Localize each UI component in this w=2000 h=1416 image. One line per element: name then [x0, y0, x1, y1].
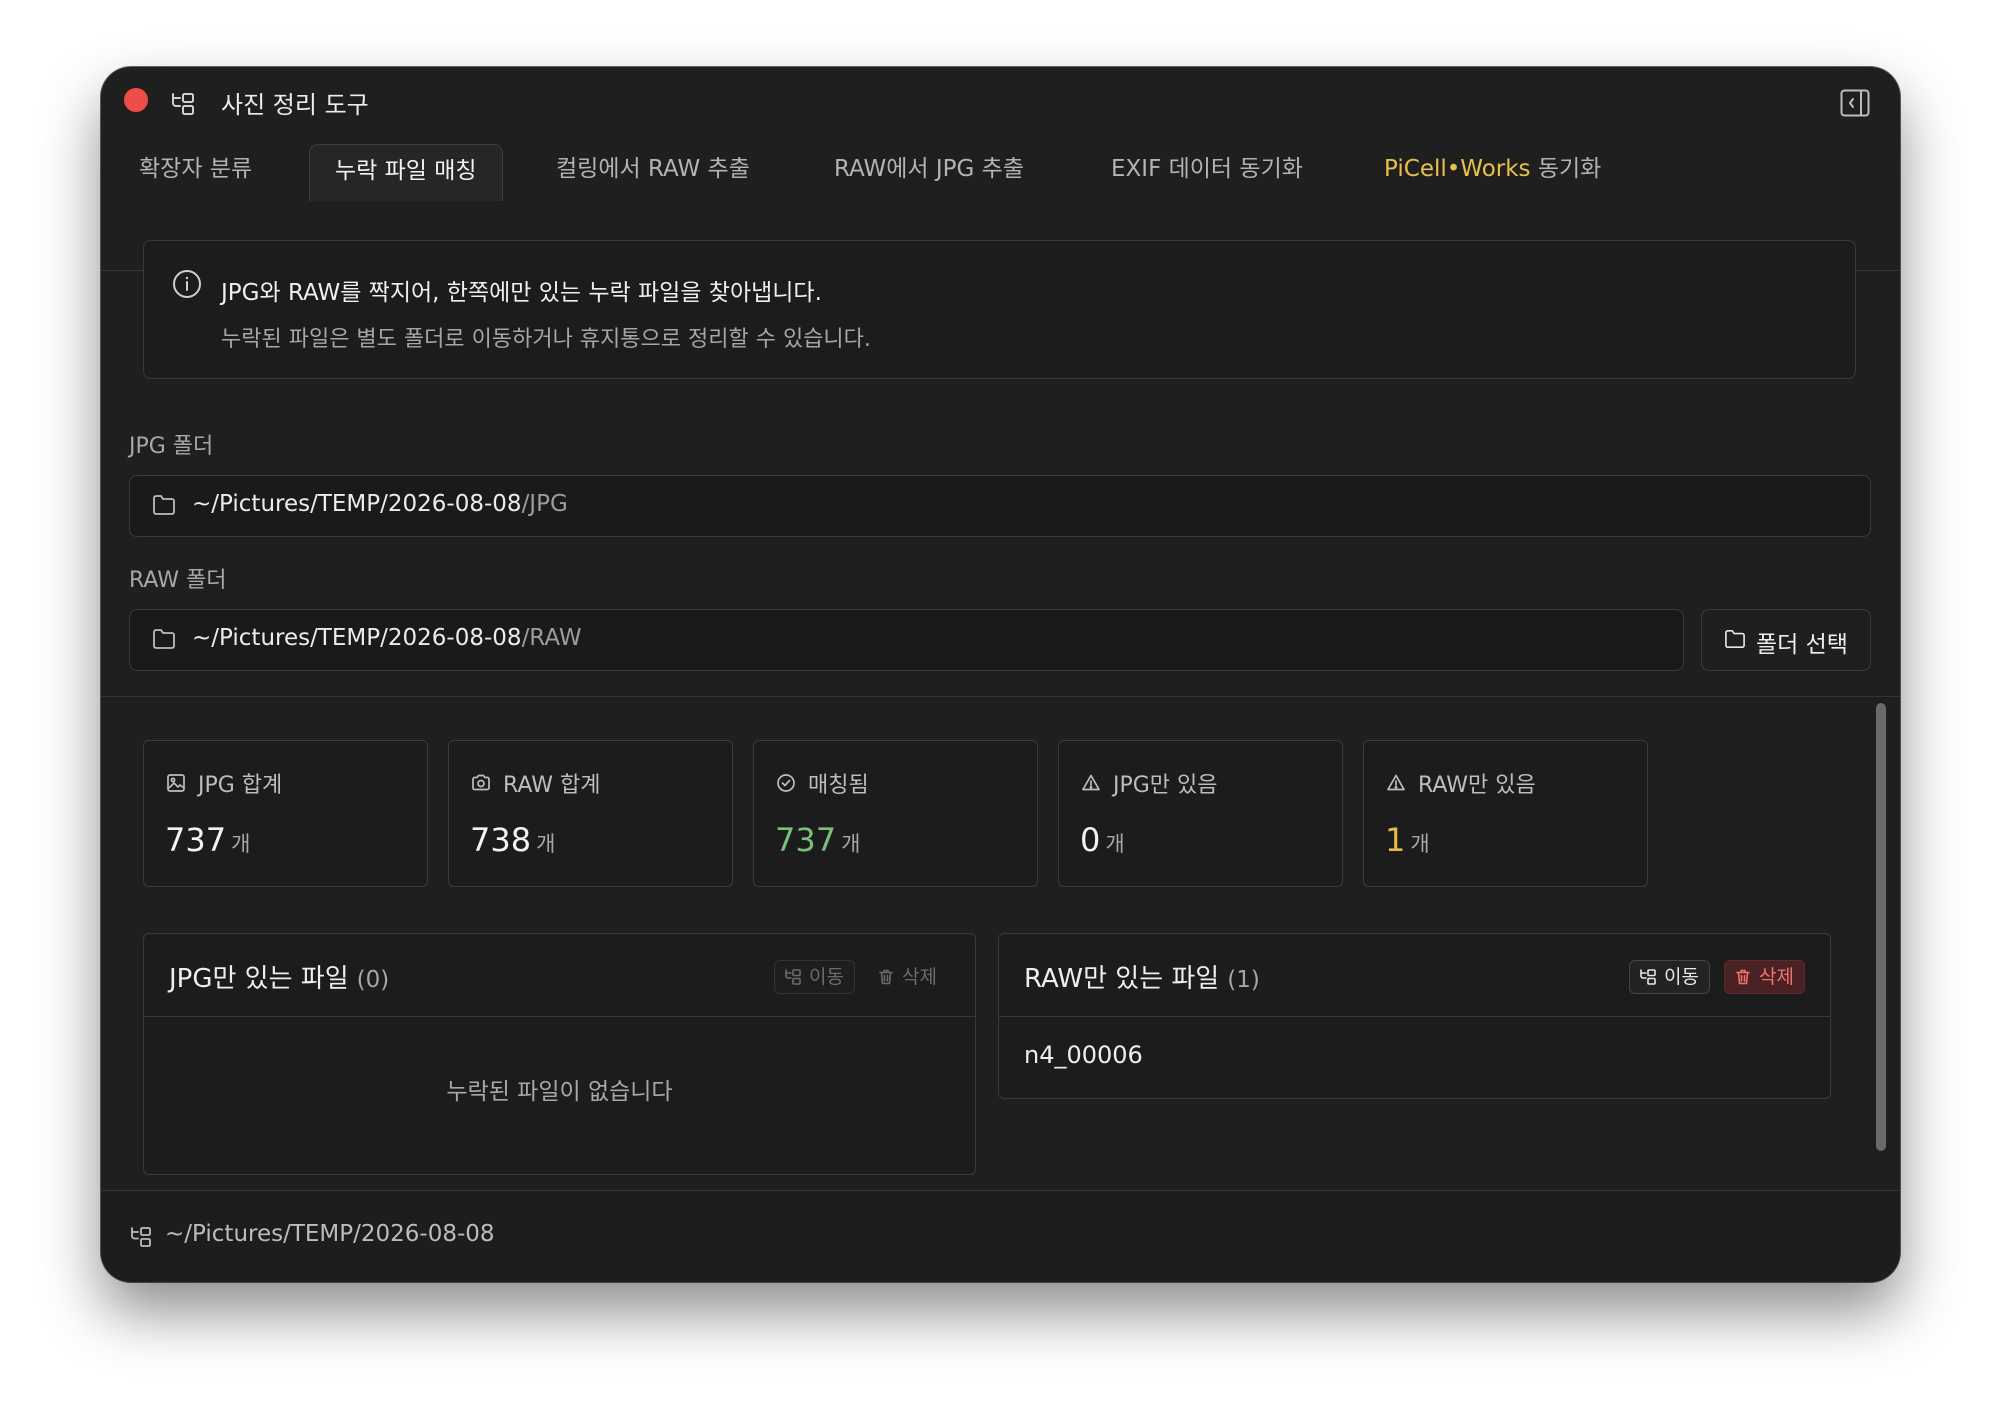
panel-header: RAW만 있는 파일 (1) 이동 삭제	[999, 934, 1830, 1017]
app-window: 사진 정리 도구 확장자 분류 누락 파일 매칭 컬링에서 RAW 추출 RAW…	[101, 67, 1900, 1282]
jpg-folder-path: ~/Pictures/TEMP/2026-08-08	[192, 491, 522, 517]
tab-extension-sort[interactable]: 확장자 분류	[139, 143, 252, 199]
section-divider	[101, 696, 1900, 697]
stat-card-raw-only: RAW만 있음 1개	[1363, 740, 1648, 887]
info-callout: JPG와 RAW를 짝지어, 한쪽에만 있는 누락 파일을 찾아냅니다. 누락된…	[143, 240, 1856, 379]
stat-card-raw-total: RAW 합계 738 개	[448, 740, 733, 887]
check-circle-icon	[777, 774, 795, 792]
stat-value: 1개	[1385, 821, 1430, 859]
jpg-only-panel: JPG만 있는 파일 (0) 이동 삭제 누락된 파일이 없습니다	[143, 933, 976, 1175]
folder-move-icon	[131, 1227, 151, 1247]
folder-select-button[interactable]: 폴더 선택	[1701, 609, 1871, 671]
jpg-only-delete-button[interactable]: 삭제	[867, 960, 948, 994]
folder-move-icon	[785, 969, 801, 985]
tab-picellworks-suffix: 동기화	[1530, 156, 1602, 182]
title-bar: 사진 정리 도구	[101, 67, 1900, 139]
stat-card-jpg-only: JPG만 있음 0개	[1058, 740, 1343, 887]
tab-culling-raw-extract[interactable]: 컬링에서 RAW 추출	[556, 143, 750, 199]
trash-icon	[879, 969, 893, 985]
stat-label: RAW 합계	[503, 773, 601, 798]
jpg-folder-input[interactable]: ~/Pictures/TEMP/2026-08-08/JPG	[129, 475, 1871, 537]
sidebar-toggle-icon[interactable]	[1840, 89, 1870, 117]
stat-value: 737 개	[165, 821, 251, 859]
panel-title: JPG만 있는 파일	[169, 964, 349, 994]
raw-folder-input[interactable]: ~/Pictures/TEMP/2026-08-08/RAW	[129, 609, 1684, 671]
stat-label: JPG 합계	[198, 773, 283, 798]
stat-card-jpg-total: JPG 합계 737 개	[143, 740, 428, 887]
stat-card-matched: 매칭됨 737 개	[753, 740, 1038, 887]
raw-folder-path-tail: /RAW	[521, 625, 582, 651]
raw-only-panel: RAW만 있는 파일 (1) 이동 삭제 n4_00006	[998, 933, 1831, 1099]
footer-path: ~/Pictures/TEMP/2026-08-08	[165, 1221, 495, 1247]
status-footer: ~/Pictures/TEMP/2026-08-08	[101, 1190, 1900, 1282]
empty-state-message: 누락된 파일이 없습니다	[446, 1079, 673, 1105]
folder-select-label: 폴더 선택	[1756, 632, 1848, 658]
stat-label: JPG만 있음	[1113, 773, 1218, 798]
folder-move-icon	[1640, 969, 1656, 985]
tab-missing-file-match[interactable]: 누락 파일 매칭	[309, 144, 503, 201]
info-description: 누락된 파일은 별도 폴더로 이동하거나 휴지통으로 정리할 수 있습니다.	[221, 327, 871, 352]
info-headline: JPG와 RAW를 짝지어, 한쪽에만 있는 누락 파일을 찾아냅니다.	[221, 280, 822, 306]
tab-exif-sync[interactable]: EXIF 데이터 동기화	[1111, 143, 1303, 199]
raw-only-delete-button[interactable]: 삭제	[1724, 960, 1805, 994]
folder-icon	[153, 495, 175, 515]
tab-picellworks-brand: PiCell•Works	[1384, 156, 1531, 182]
list-item[interactable]: n4_00006	[1024, 1041, 1143, 1069]
panel-header: JPG만 있는 파일 (0) 이동 삭제	[144, 934, 975, 1017]
info-icon	[173, 270, 201, 298]
raw-folder-label: RAW 폴더	[129, 568, 227, 593]
camera-icon	[472, 774, 490, 791]
warning-icon	[1387, 774, 1405, 791]
image-icon	[167, 774, 185, 792]
close-window-button[interactable]	[124, 88, 148, 112]
jpg-only-move-button[interactable]: 이동	[774, 960, 855, 994]
panel-count: (0)	[356, 967, 390, 993]
raw-only-move-button[interactable]: 이동	[1629, 960, 1710, 994]
stat-value: 737 개	[775, 821, 861, 859]
stat-value: 738 개	[470, 821, 556, 859]
panel-count: (1)	[1227, 967, 1260, 993]
trash-icon	[1736, 969, 1750, 985]
folder-icon	[153, 629, 175, 649]
tab-raw-jpg-extract[interactable]: RAW에서 JPG 추출	[834, 143, 1024, 199]
stat-value: 0개	[1080, 821, 1125, 859]
warning-icon	[1082, 774, 1100, 791]
folder-icon	[1725, 630, 1745, 648]
panel-title: RAW만 있는 파일	[1024, 964, 1220, 994]
tab-picellworks-sync[interactable]: PiCell•Works 동기화	[1384, 143, 1601, 199]
jpg-folder-label: JPG 폴더	[129, 434, 214, 459]
stat-label: RAW만 있음	[1418, 773, 1536, 798]
raw-folder-path: ~/Pictures/TEMP/2026-08-08	[192, 625, 522, 651]
folder-move-icon	[172, 93, 194, 115]
stat-label: 매칭됨	[808, 773, 869, 798]
window-title: 사진 정리 도구	[221, 91, 369, 119]
jpg-folder-path-tail: /JPG	[521, 491, 568, 517]
scrollbar-thumb[interactable]	[1876, 703, 1886, 1151]
